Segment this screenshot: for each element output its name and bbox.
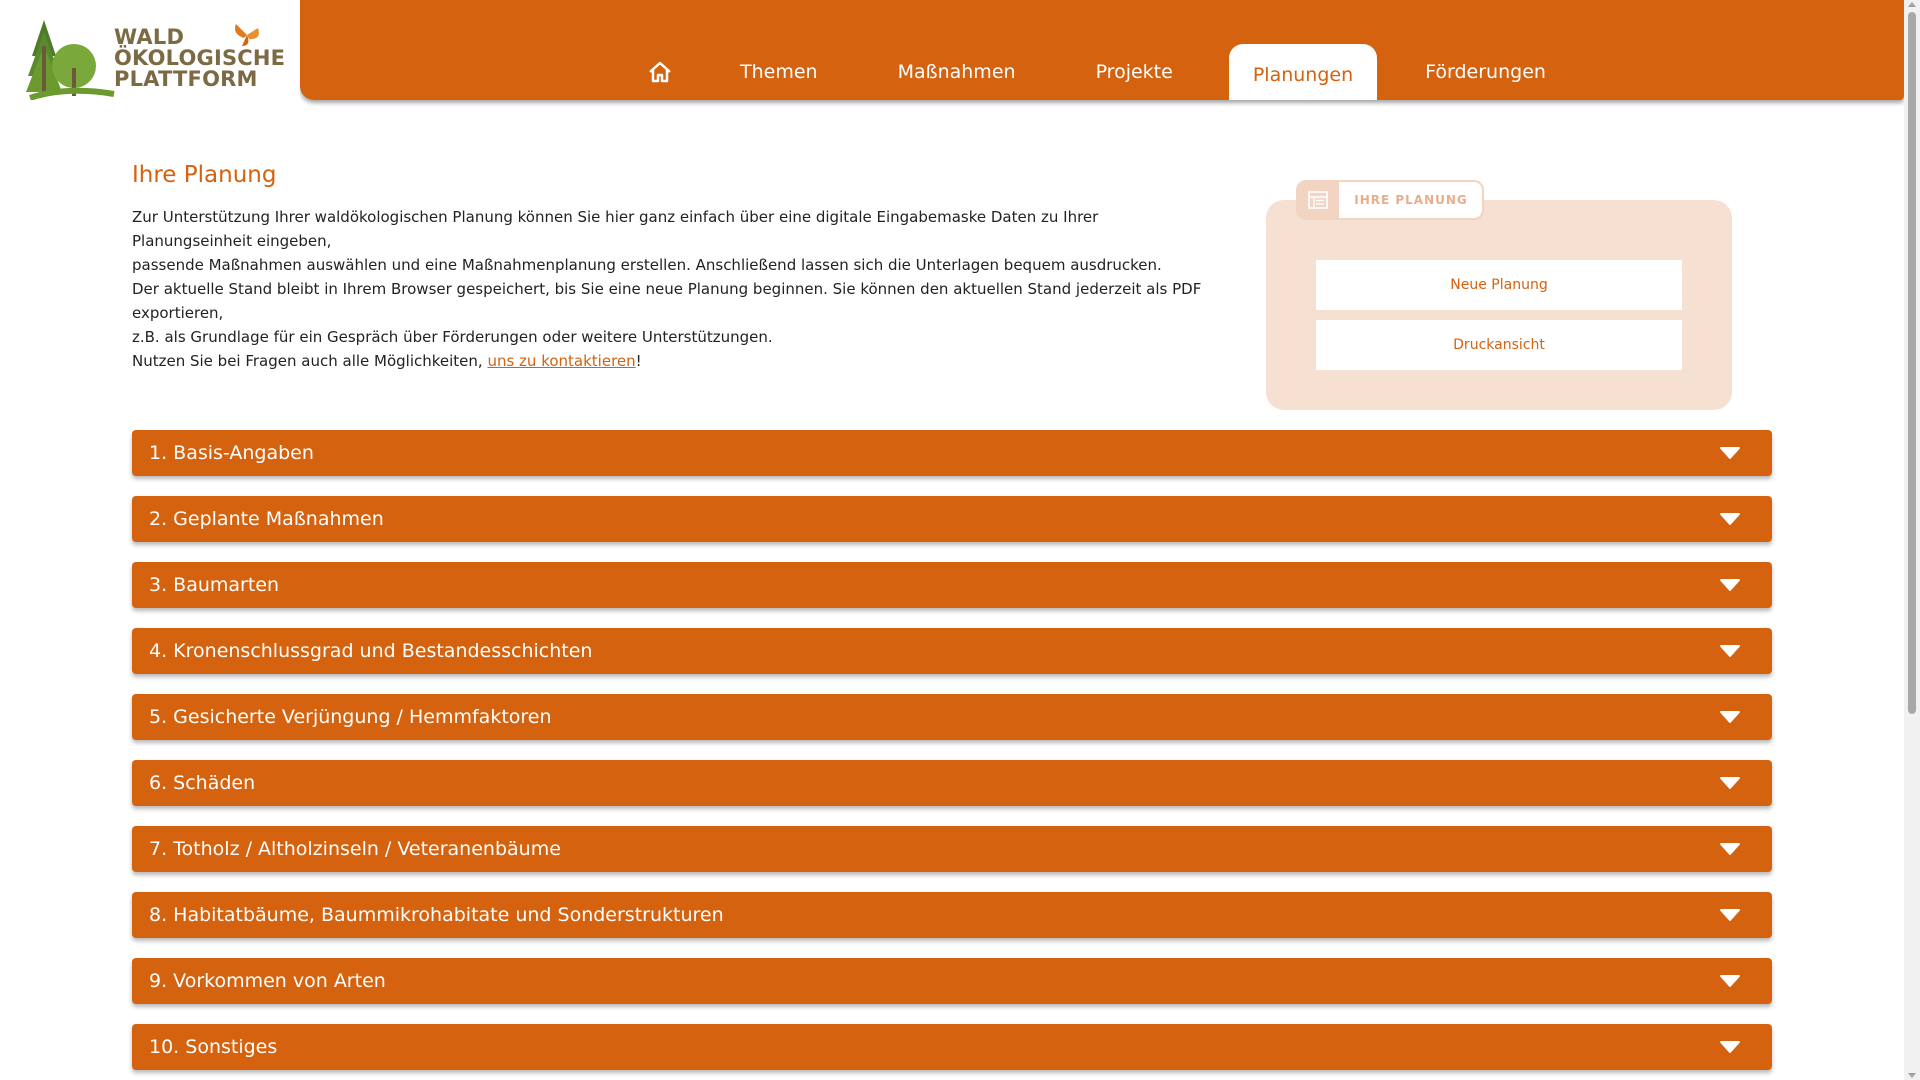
scroll-down-arrow-icon[interactable] bbox=[1908, 1073, 1916, 1078]
intro-line: z.B. als Grundlage für ein Gespräch über… bbox=[132, 328, 773, 346]
accordion-label: 10. Sonstiges bbox=[149, 1036, 278, 1058]
accordion-label: 8. Habitatbäume, Baummikrohabitate und S… bbox=[149, 904, 724, 926]
scroll-thumb[interactable] bbox=[1908, 12, 1916, 714]
accordion-section[interactable]: 7. Totholz / Altholzinseln / Veteranenbä… bbox=[132, 826, 1772, 872]
intro-contact-prefix: Nutzen Sie bei Fragen auch alle Möglichk… bbox=[132, 352, 488, 370]
intro-line: passende Maßnahmen auswählen und eine Ma… bbox=[132, 256, 1162, 274]
new-planning-button[interactable]: Neue Planung bbox=[1316, 260, 1682, 310]
accordion-section[interactable]: 2. Geplante Maßnahmen bbox=[132, 496, 1772, 542]
intro-text: Zur Unterstützung Ihrer waldökologischen… bbox=[132, 205, 1222, 373]
chevron-down-icon[interactable] bbox=[1718, 837, 1742, 861]
contact-link[interactable]: uns zu kontaktieren bbox=[487, 352, 635, 370]
chevron-down-icon[interactable] bbox=[1718, 903, 1742, 927]
accordion-label: 2. Geplante Maßnahmen bbox=[149, 508, 384, 530]
accordion-section[interactable]: 10. Sonstiges bbox=[132, 1024, 1772, 1070]
nav-massnahmen[interactable]: Maßnahmen bbox=[858, 44, 1056, 100]
chevron-down-icon[interactable] bbox=[1718, 507, 1742, 531]
nav-home[interactable] bbox=[620, 44, 700, 100]
intro-line: Der aktuelle Stand bleibt in Ihrem Brows… bbox=[132, 280, 1202, 322]
accordion-label: 4. Kronenschlussgrad und Bestandesschich… bbox=[149, 640, 593, 662]
accordion-label: 7. Totholz / Altholzinseln / Veteranenbä… bbox=[149, 838, 561, 860]
logo-text: WALD ÖKOLOGISCHE PLATTFORM bbox=[114, 27, 294, 90]
accordion-label: 9. Vorkommen von Arten bbox=[149, 970, 386, 992]
logo-line-1: WALD bbox=[114, 25, 185, 49]
nav-foerderungen[interactable]: Förderungen bbox=[1393, 44, 1578, 100]
intro-line: Zur Unterstützung Ihrer waldökologischen… bbox=[132, 208, 1099, 250]
accordion-section[interactable]: 3. Baumarten bbox=[132, 562, 1772, 608]
chevron-down-icon[interactable] bbox=[1718, 969, 1742, 993]
accordion-section[interactable]: 5. Gesicherte Verjüngung / Hemmfaktoren bbox=[132, 694, 1772, 740]
accordion-section[interactable]: 9. Vorkommen von Arten bbox=[132, 958, 1772, 1004]
scroll-up-arrow-icon[interactable] bbox=[1908, 2, 1916, 7]
tree-logo-icon bbox=[26, 20, 115, 100]
logo[interactable]: WALD ÖKOLOGISCHE PLATTFORM bbox=[0, 0, 300, 100]
chevron-down-icon[interactable] bbox=[1718, 441, 1742, 465]
intro-line: Nutzen Sie bei Fragen auch alle Möglichk… bbox=[132, 349, 1222, 373]
accordion-section[interactable]: 1. Basis-Angaben bbox=[132, 430, 1772, 476]
planning-tab: IHRE PLANUNG bbox=[1296, 180, 1484, 220]
print-view-button[interactable]: Druckansicht bbox=[1316, 320, 1682, 370]
logo-line-2: ÖKOLOGISCHE bbox=[114, 46, 286, 70]
nav-projekte[interactable]: Projekte bbox=[1056, 44, 1213, 100]
home-icon bbox=[649, 61, 671, 83]
accordion-label: 6. Schäden bbox=[149, 772, 256, 794]
accordion-label: 1. Basis-Angaben bbox=[149, 442, 314, 464]
scrollbar[interactable] bbox=[1904, 0, 1920, 1080]
nav-themen[interactable]: Themen bbox=[700, 44, 858, 100]
accordion-section[interactable]: 4. Kronenschlussgrad und Bestandesschich… bbox=[132, 628, 1772, 674]
accordion-section[interactable]: 8. Habitatbäume, Baummikrohabitate und S… bbox=[132, 892, 1772, 938]
nav-planungen[interactable]: Planungen bbox=[1228, 44, 1378, 100]
list-icon bbox=[1297, 180, 1339, 220]
chevron-down-icon[interactable] bbox=[1718, 705, 1742, 729]
main-nav: Themen Maßnahmen Projekte Planungen Förd… bbox=[620, 44, 1578, 100]
site-header: WALD ÖKOLOGISCHE PLATTFORM Themen Maßnah… bbox=[0, 0, 1904, 100]
accordion-section[interactable]: 6. Schäden bbox=[132, 760, 1772, 806]
chevron-down-icon[interactable] bbox=[1718, 771, 1742, 795]
chevron-down-icon[interactable] bbox=[1718, 573, 1742, 597]
page-title: Ihre Planung bbox=[132, 162, 277, 188]
chevron-down-icon[interactable] bbox=[1718, 1035, 1742, 1059]
planning-tab-label: IHRE PLANUNG bbox=[1354, 193, 1468, 207]
accordion-label: 3. Baumarten bbox=[149, 574, 280, 596]
accordion-label: 5. Gesicherte Verjüngung / Hemmfaktoren bbox=[149, 706, 552, 728]
chevron-down-icon[interactable] bbox=[1718, 639, 1742, 663]
intro-contact-suffix: ! bbox=[635, 352, 642, 370]
logo-line-3: PLATTFORM bbox=[114, 67, 258, 91]
